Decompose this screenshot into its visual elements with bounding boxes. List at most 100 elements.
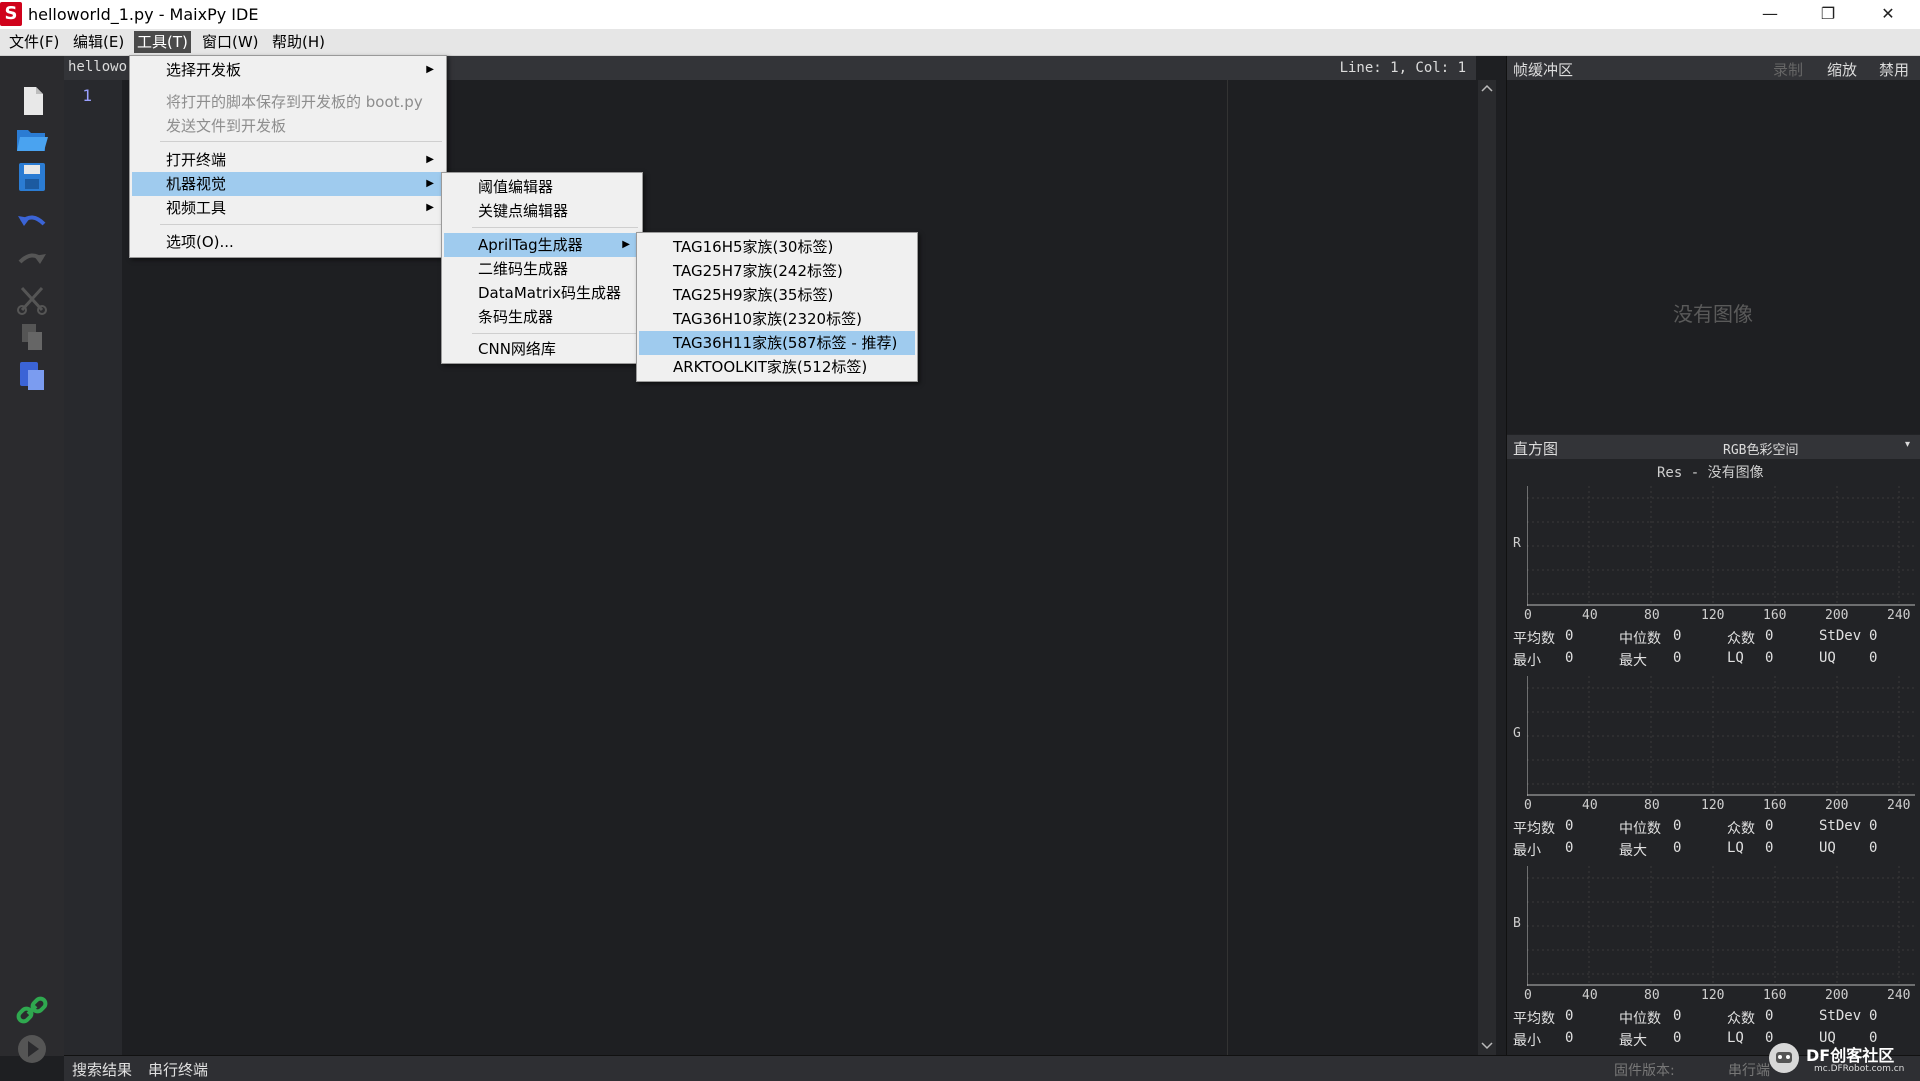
search-results-tab[interactable]: 搜索结果 — [72, 1059, 132, 1080]
menu-item-video-tools[interactable]: 视频工具 ▶ — [132, 196, 444, 220]
stat-value: 0 — [1673, 650, 1682, 666]
tick-label: 40 — [1582, 798, 1598, 813]
menu-item-save-boot[interactable]: 将打开的脚本保存到开发板的 boot.py — [132, 90, 444, 114]
menu-bar: 文件(F) 编辑(E) 工具(T) 窗口(W) 帮助(H) — [0, 29, 1920, 56]
menu-item-keypoint-editor[interactable]: 关键点编辑器 — [444, 199, 640, 223]
menu-item-cnn-library[interactable]: CNN网络库 — [444, 337, 640, 361]
record-button[interactable]: 录制 — [1773, 59, 1803, 80]
menu-item-tag25h9[interactable]: TAG25H9家族(35标签) — [639, 283, 915, 307]
tick-label: 160 — [1763, 988, 1787, 1003]
line-number: 1 — [82, 86, 92, 105]
menu-item-qrcode-generator[interactable]: 二维码生成器 — [444, 257, 640, 281]
redo-icon[interactable] — [14, 244, 50, 278]
stat-label: LQ — [1727, 840, 1744, 856]
histogram-plot — [1527, 486, 1915, 606]
menu-separator — [472, 333, 638, 334]
menu-item-label: 视频工具 — [166, 199, 227, 217]
copy-icon[interactable] — [14, 320, 50, 354]
watermark-brand: DF创客社区 — [1806, 1046, 1895, 1065]
editor-scrollbar[interactable] — [1478, 80, 1496, 1055]
column-guide — [1227, 80, 1228, 1055]
tick-label: 80 — [1644, 608, 1660, 623]
stat-value: 0 — [1869, 1008, 1878, 1024]
tools-menu: 选择开发板 ▶ 将打开的脚本保存到开发板的 boot.py 发送文件到开发板 打… — [129, 55, 447, 258]
chevron-down-icon[interactable]: ▾ — [1905, 439, 1910, 450]
tick-label: 120 — [1701, 988, 1725, 1003]
histogram-channel-b: B 0 40 80 120 160 200 240 平均数 0 中位数 0 众数… — [1507, 866, 1920, 1056]
paste-icon[interactable] — [14, 358, 50, 392]
tick-label: 40 — [1582, 608, 1598, 623]
open-folder-icon[interactable] — [14, 122, 50, 156]
menu-item-tag25h7[interactable]: TAG25H7家族(242标签) — [639, 259, 915, 283]
tick-label: 240 — [1887, 798, 1911, 813]
stat-label: 平均数 — [1513, 821, 1555, 837]
tick-label: 240 — [1887, 608, 1911, 623]
menu-edit[interactable]: 编辑(E) — [70, 33, 127, 53]
menu-file[interactable]: 文件(F) — [6, 33, 62, 53]
restore-icon[interactable]: ❐ — [1800, 0, 1856, 29]
menu-item-apriltag-generator[interactable]: AprilTag生成器 ▶ — [444, 233, 640, 257]
save-icon[interactable] — [14, 160, 50, 194]
histogram-header: 直方图 RGB色彩空间 ▾ — [1507, 435, 1920, 459]
menu-item-tag16h5[interactable]: TAG16H5家族(30标签) — [639, 235, 915, 259]
stat-label: UQ — [1819, 840, 1836, 856]
menu-item-options[interactable]: 选项(O)... — [132, 230, 444, 254]
menu-item-machine-vision[interactable]: 机器视觉 ▶ — [132, 172, 444, 196]
menu-item-threshold-editor[interactable]: 阈值编辑器 — [444, 175, 640, 199]
submenu-arrow-icon: ▶ — [426, 154, 434, 165]
stat-label: LQ — [1727, 650, 1744, 666]
run-play-icon[interactable] — [14, 1032, 50, 1066]
left-toolbar — [0, 56, 65, 1063]
scroll-up-icon[interactable] — [1481, 84, 1493, 92]
stat-value: 0 — [1565, 650, 1574, 666]
menu-item-arktoolkit[interactable]: ARKTOOLKIT家族(512标签) — [639, 355, 915, 379]
tick-label: 160 — [1763, 608, 1787, 623]
cut-icon[interactable] — [14, 282, 50, 316]
stat-value: 0 — [1765, 818, 1774, 834]
menu-item-tag36h10[interactable]: TAG36H10家族(2320标签) — [639, 307, 915, 331]
menu-item-barcode-generator[interactable]: 条码生成器 — [444, 305, 640, 329]
watermark: DF创客社区 mc.DFRobot.com.cn — [1766, 1040, 1916, 1078]
connect-link-icon[interactable] — [14, 994, 50, 1028]
serial-terminal-tab[interactable]: 串行终端 — [148, 1059, 208, 1080]
stat-label: 中位数 — [1619, 1011, 1661, 1027]
stat-value: 0 — [1565, 818, 1574, 834]
res-label: Res - 没有图像 — [1657, 465, 1764, 481]
tick-label: 0 — [1524, 798, 1532, 813]
close-icon[interactable]: ✕ — [1860, 0, 1916, 29]
stat-label: StDev — [1819, 1008, 1862, 1024]
menu-item-label: 机器视觉 — [166, 175, 227, 193]
menu-item-datamatrix-generator[interactable]: DataMatrix码生成器 — [444, 281, 640, 305]
undo-icon[interactable] — [14, 206, 50, 240]
menu-tools[interactable]: 工具(T) — [134, 31, 191, 53]
line-number-gutter: 1 — [64, 80, 122, 1055]
new-file-icon[interactable] — [14, 84, 50, 118]
submenu-arrow-icon: ▶ — [426, 178, 434, 189]
menu-item-send-file[interactable]: 发送文件到开发板 — [132, 114, 444, 138]
disable-button[interactable]: 禁用 — [1879, 59, 1909, 80]
menu-item-select-board[interactable]: 选择开发板 ▶ — [132, 58, 444, 82]
scroll-down-icon[interactable] — [1481, 1042, 1493, 1050]
apriltag-menu: TAG16H5家族(30标签) TAG25H7家族(242标签) TAG25H9… — [636, 232, 918, 382]
menu-separator — [472, 227, 638, 228]
minimize-icon[interactable]: — — [1742, 0, 1798, 29]
histogram-channel-r: R 0 40 80 120 160 200 240 平均数 0 中位数 0 众数… — [1507, 486, 1920, 676]
watermark-url: mc.DFRobot.com.cn — [1814, 1064, 1905, 1074]
menu-help[interactable]: 帮助(H) — [269, 33, 328, 53]
menu-window[interactable]: 窗口(W) — [199, 33, 262, 53]
stat-label: StDev — [1819, 818, 1862, 834]
stat-value: 0 — [1869, 650, 1878, 666]
editor-tab[interactable]: hellowor — [68, 59, 135, 75]
app-icon: S — [0, 2, 22, 26]
tick-label: 200 — [1825, 798, 1849, 813]
stat-value: 0 — [1869, 840, 1878, 856]
color-space-select[interactable]: RGB色彩空间 — [1723, 439, 1798, 458]
stat-label: 最小 — [1513, 1033, 1541, 1049]
stat-label: UQ — [1819, 650, 1836, 666]
menu-item-tag36h11[interactable]: TAG36H11家族(587标签 - 推荐) — [639, 331, 915, 355]
zoom-button[interactable]: 缩放 — [1827, 59, 1857, 80]
menu-separator — [160, 224, 442, 225]
tick-label: 0 — [1524, 988, 1532, 1003]
stat-value: 0 — [1765, 1008, 1774, 1024]
menu-item-open-terminal[interactable]: 打开终端 ▶ — [132, 148, 444, 172]
